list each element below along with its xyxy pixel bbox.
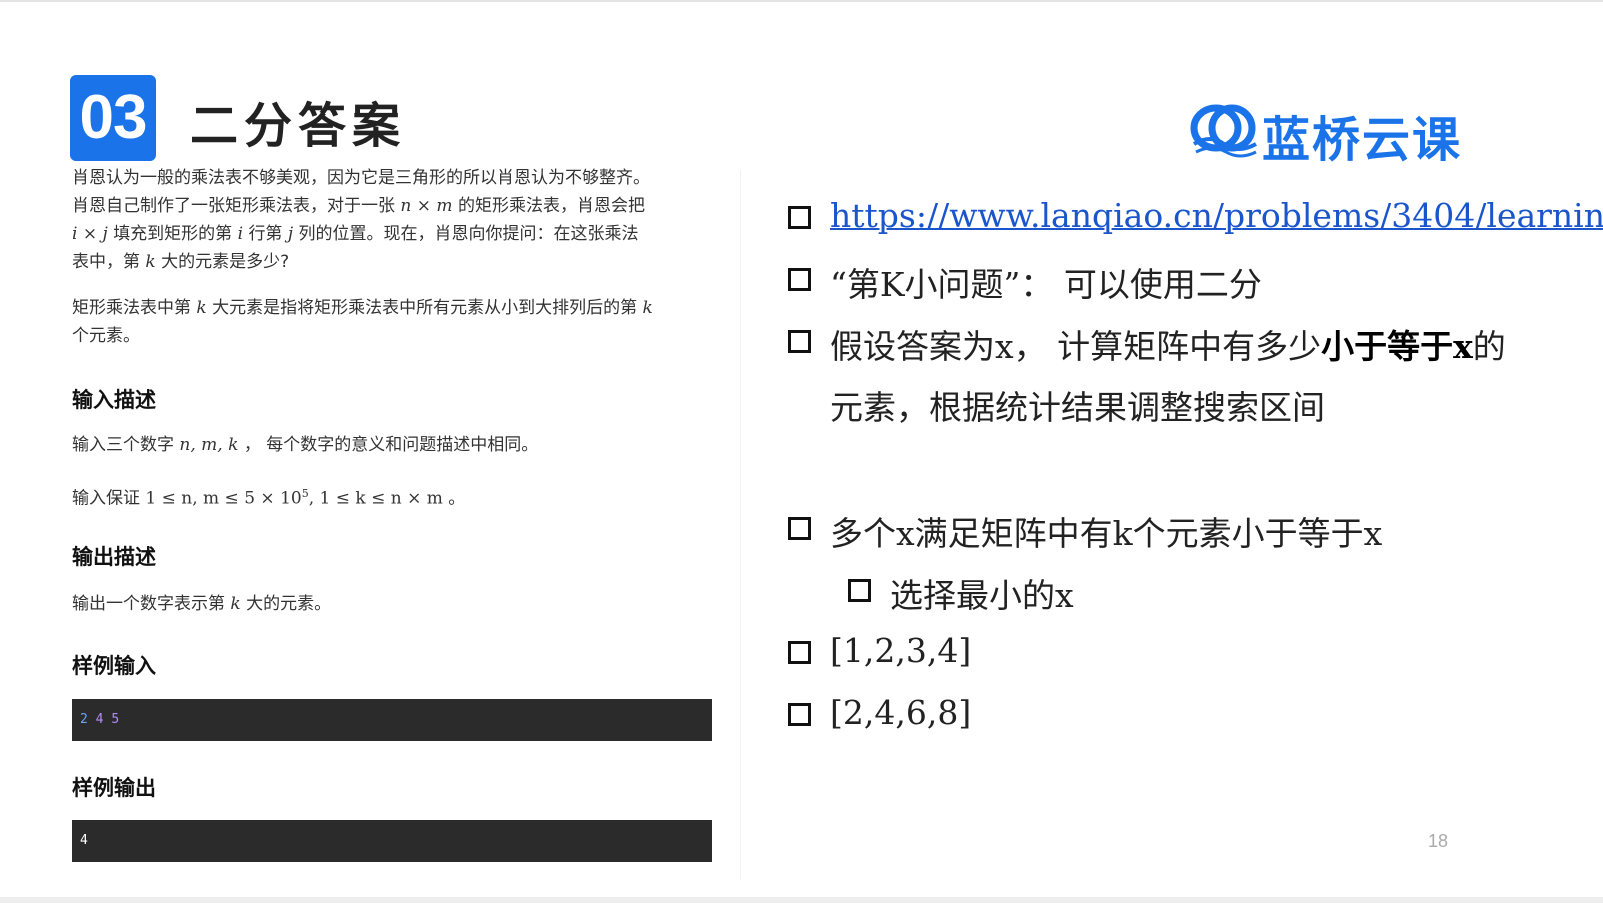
math-var: i — [237, 224, 244, 244]
math-var: k — [196, 298, 207, 318]
text: 填充到矩形的第 — [113, 224, 233, 244]
text: 的 — [1472, 327, 1506, 366]
math-var: n — [400, 196, 412, 216]
sample-output-value: 4 — [80, 833, 88, 848]
problem-paragraph-2: 矩形乘法表中第 k 大元素是指将矩形乘法表中所有元素从小到大排列后的第 k 个元… — [72, 294, 712, 350]
problem-paragraph-1: 肖恩认为一般的乘法表不够美观，因为它是三角形的所以肖恩认为不够整齐。 肖恩自己制… — [72, 164, 712, 276]
math-var: k — [642, 298, 653, 318]
square-bullet-icon — [788, 330, 811, 353]
math-var: i — [72, 224, 78, 244]
bullet-example-1: [1,2,3,4] — [830, 631, 972, 670]
math-constraint: , 1 ≤ k ≤ n × m — [308, 488, 443, 509]
math-op: × — [82, 224, 98, 244]
output-heading: 输出描述 — [72, 545, 156, 569]
math-var: m — [436, 196, 453, 216]
lanqiao-logo-icon — [1190, 104, 1257, 158]
column-divider — [740, 170, 741, 880]
para1-line3: i × j 填充到矩形的第 i 行第 j 列的位置。现在，肖恩向你提问：在这张乘… — [72, 220, 712, 248]
text: 大的元素是多少? — [161, 252, 290, 272]
bullet-example-2: [2,4,6,8] — [830, 693, 972, 732]
math-var: j — [102, 224, 108, 244]
sub-bullet-choose-min: 选择最小的x — [890, 576, 1074, 615]
square-bullet-icon — [788, 703, 811, 726]
text: 输入三个数字 — [72, 435, 174, 455]
sample-output-code: 4 — [72, 820, 712, 862]
math-vars: n, m, k — [179, 435, 239, 455]
square-bullet-icon — [788, 268, 811, 291]
problem-link[interactable]: https://www.lanqiao.cn/problems/3404/lea… — [830, 196, 1603, 235]
para1-line1: 肖恩认为一般的乘法表不够美观，因为它是三角形的所以肖恩认为不够整齐。 — [72, 168, 650, 188]
input-line-1: 输入三个数字 n, m, k ， 每个数字的意义和问题描述中相同。 — [72, 431, 712, 459]
text: 输出一个数字表示第 — [72, 594, 225, 614]
math-exponent: 5 — [301, 487, 309, 500]
sample-output-heading: 样例输出 — [72, 776, 156, 800]
bullet-assumption: 假设答案为x， 计算矩阵中有多少小于等于x的 — [830, 320, 1506, 368]
section-title: 二分答案 — [190, 98, 407, 154]
text: 输入保证 — [72, 488, 140, 509]
math-var: j — [287, 224, 294, 244]
text: 。 — [448, 488, 466, 509]
para2-line2: 个元素。 — [72, 326, 140, 346]
square-bullet-icon — [848, 579, 871, 602]
para2-line1: 矩形乘法表中第 k 大元素是指将矩形乘法表中所有元素从小到大排列后的第 k — [72, 294, 712, 322]
input-line-2: 输入保证 1 ≤ n, m ≤ 5 × 105, 1 ≤ k ≤ n × m 。 — [72, 480, 712, 513]
bullet-link-item: https://www.lanqiao.cn/problems/3404/lea… — [830, 196, 1603, 235]
input-heading: 输入描述 — [72, 388, 156, 412]
math-constraint: 1 ≤ n, m ≤ 5 × 10 — [145, 488, 302, 509]
text: 假设答案为x， 计算矩阵中有多少 — [830, 327, 1322, 366]
text: 矩形乘法表中第 — [72, 298, 191, 318]
square-bullet-icon — [788, 641, 811, 664]
emphasis-text: 小于等于x — [1321, 327, 1473, 366]
text: 大元素是指将矩形乘法表中所有元素从小到大排列后的第 — [212, 298, 638, 318]
top-border — [0, 0, 1603, 2]
para1-line4: 表中，第 k 大的元素是多少? — [72, 248, 712, 276]
logo-text: 蓝桥云课 — [1262, 112, 1463, 168]
text: 列的位置。现在，肖恩向你提问：在这张乘法 — [298, 224, 639, 244]
math-op: × — [416, 196, 432, 216]
text: 行第 — [248, 224, 283, 244]
text: ， 每个数字的意义和问题描述中相同。 — [243, 435, 539, 455]
output-line: 输出一个数字表示第 k 大的元素。 — [72, 590, 712, 618]
square-bullet-icon — [788, 206, 811, 229]
bullet-kth-problem: “第K小问题”： 可以使用二分 — [830, 265, 1262, 304]
section-number-badge: 03 — [70, 75, 156, 161]
sample-input-heading: 样例输入 — [72, 654, 156, 678]
bullet-multiple-x: 多个x满足矩阵中有k个元素小于等于x — [830, 514, 1383, 553]
sample-input-code: 2 4 5 — [72, 699, 712, 741]
math-var: k — [145, 252, 156, 272]
para1-line2: 肖恩自己制作了一张矩形乘法表，对于一张 n × m 的矩形乘法表，肖恩会把 — [72, 192, 712, 220]
sample-input-value: 5 — [111, 712, 120, 727]
text: 的矩形乘法表，肖恩会把 — [457, 196, 645, 216]
bottom-border — [0, 897, 1603, 903]
bullet-assumption-line2: 元素，根据统计结果调整搜索区间 — [830, 388, 1325, 427]
math-var: k — [230, 594, 241, 614]
page-number: 18 — [1428, 831, 1449, 851]
sample-input-value: 4 — [95, 712, 104, 727]
text: 表中，第 — [72, 252, 140, 272]
sample-input-value: 2 — [80, 712, 88, 727]
square-bullet-icon — [788, 517, 811, 540]
text: 肖恩自己制作了一张矩形乘法表，对于一张 — [72, 196, 395, 216]
text: 大的元素。 — [246, 594, 332, 614]
